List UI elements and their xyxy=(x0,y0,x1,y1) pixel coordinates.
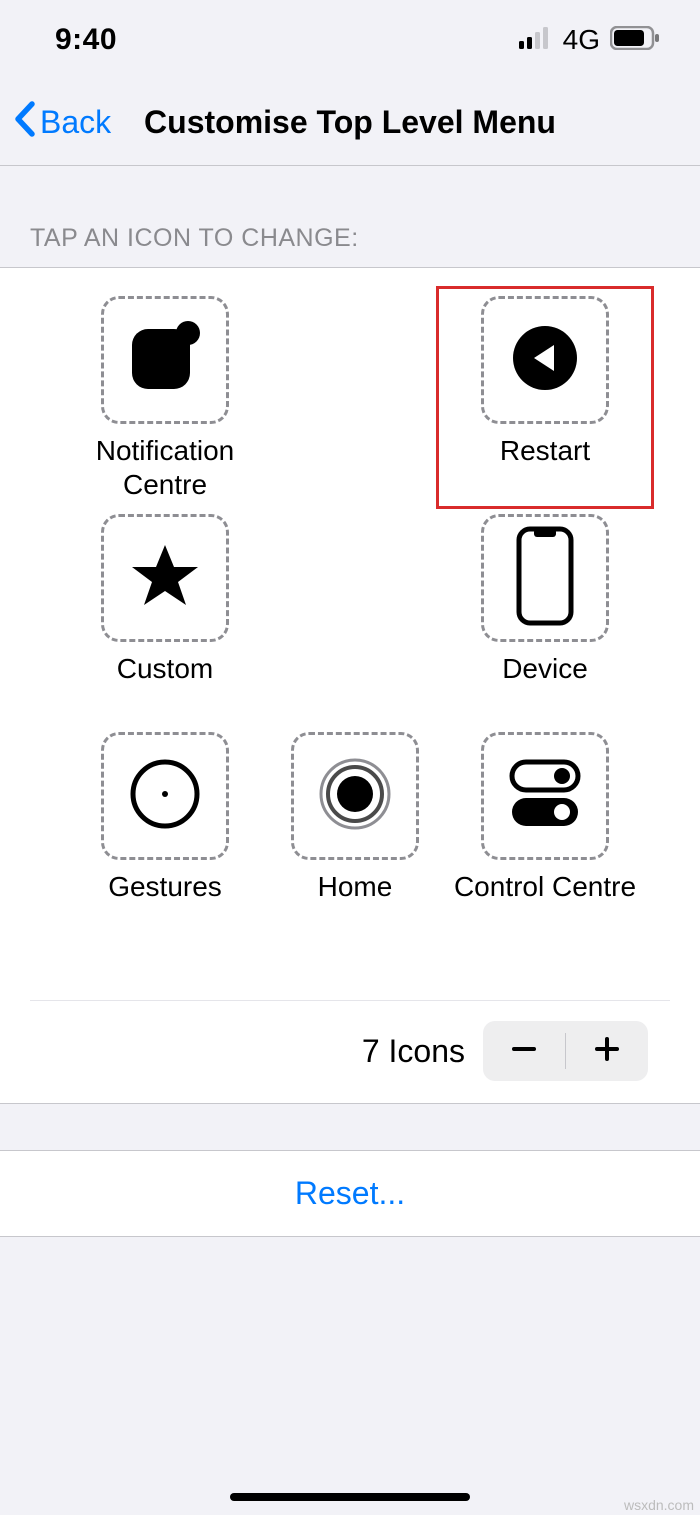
icon-grid: Notification Centre Restart xyxy=(0,268,700,958)
minus-icon xyxy=(510,1035,538,1068)
icon-slot xyxy=(101,514,229,642)
stepper-increment-button[interactable] xyxy=(566,1021,648,1081)
phone-icon xyxy=(516,526,574,631)
icon-label: Custom xyxy=(117,652,213,720)
gestures-icon xyxy=(126,755,204,838)
icon-label: Restart xyxy=(500,434,590,502)
icon-slot xyxy=(481,732,609,860)
icon-count-label: 7 Icons xyxy=(362,1033,465,1070)
icon-cell-restart[interactable]: Restart xyxy=(450,296,640,502)
icons-panel: Notification Centre Restart xyxy=(0,267,700,1104)
icon-cell-gestures[interactable]: Gestures xyxy=(70,732,260,938)
icon-slot xyxy=(291,732,419,860)
navigation-bar: Back Customise Top Level Menu xyxy=(0,80,700,166)
status-indicators: 4G xyxy=(519,24,660,56)
restart-highlight: Restart xyxy=(436,286,654,509)
back-label: Back xyxy=(40,104,111,141)
plus-icon xyxy=(593,1035,621,1068)
icon-slot xyxy=(481,296,609,424)
icon-label: Home xyxy=(318,870,393,938)
icon-count-row: 7 Icons xyxy=(30,1000,670,1103)
chevron-left-icon xyxy=(12,100,38,146)
star-icon xyxy=(130,541,200,616)
icon-slot xyxy=(481,514,609,642)
cellular-signal-icon xyxy=(519,27,553,54)
status-bar: 9:40 4G xyxy=(0,0,700,80)
icon-count-stepper xyxy=(483,1021,648,1081)
icon-cell-notification-centre[interactable]: Notification Centre xyxy=(70,296,260,502)
notification-centre-icon xyxy=(126,319,204,402)
icon-cell-home[interactable]: Home xyxy=(260,732,450,938)
icon-label: Device xyxy=(502,652,588,720)
back-button[interactable]: Back xyxy=(0,100,111,146)
icon-label: Control Centre xyxy=(454,870,636,938)
watermark: wsxdn.com xyxy=(624,1497,694,1513)
network-type-label: 4G xyxy=(563,24,600,56)
stepper-decrement-button[interactable] xyxy=(483,1021,565,1081)
icon-label: Notification Centre xyxy=(70,434,260,502)
icon-label: Gestures xyxy=(108,870,222,938)
icon-cell-control-centre[interactable]: Control Centre xyxy=(450,732,640,938)
icon-slot xyxy=(101,296,229,424)
home-button-icon xyxy=(316,755,394,838)
icon-cell-device[interactable]: Device xyxy=(450,514,640,720)
icon-cell-custom[interactable]: Custom xyxy=(70,514,260,720)
home-indicator[interactable] xyxy=(230,1493,470,1501)
control-centre-icon xyxy=(506,758,584,835)
battery-icon xyxy=(610,26,660,55)
section-header: TAP AN ICON TO CHANGE: xyxy=(0,166,700,267)
status-time: 9:40 xyxy=(55,23,117,57)
icon-slot xyxy=(101,732,229,860)
restart-icon xyxy=(510,323,580,398)
reset-button[interactable]: Reset... xyxy=(0,1150,700,1237)
